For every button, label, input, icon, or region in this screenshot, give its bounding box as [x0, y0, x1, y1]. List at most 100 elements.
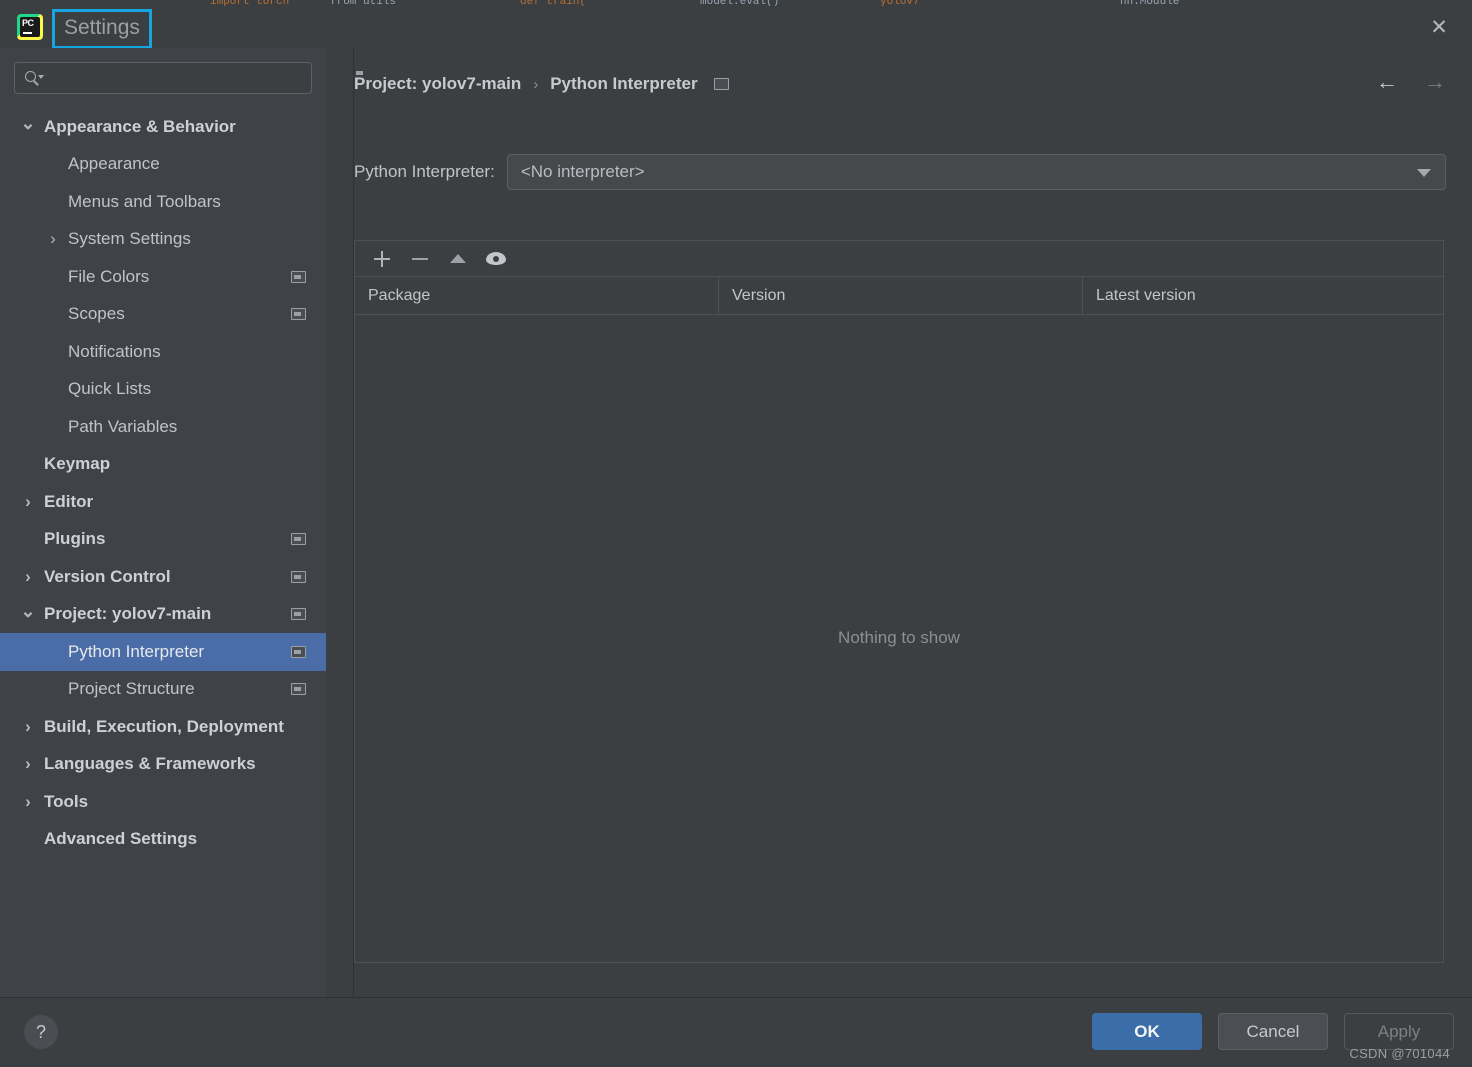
project-scope-badge-icon	[291, 645, 306, 658]
column-header-latest-version[interactable]: Latest version	[1083, 277, 1443, 314]
project-scope-badge-icon	[291, 308, 306, 321]
apply-button: Apply	[1344, 1013, 1454, 1050]
settings-content-pane: Project: yolov7-main › Python Interprete…	[354, 48, 1472, 997]
navigation-arrows: ← →	[1375, 69, 1447, 94]
sidebar-item-label: Editor	[44, 491, 94, 511]
sidebar-item-advanced-settings[interactable]: Advanced Settings	[0, 821, 326, 859]
sidebar-item-scopes[interactable]: Scopes	[0, 296, 326, 334]
show-early-releases-button[interactable]	[477, 244, 515, 274]
chevron-right-icon[interactable]: ›	[20, 567, 36, 586]
sidebar-item-label: Project: yolov7-main	[44, 604, 212, 624]
project-scope-badge-icon	[291, 533, 306, 546]
project-scope-badge-icon	[291, 570, 306, 583]
sidebar-item-file-colors[interactable]: File Colors	[0, 258, 326, 296]
dialog-title-label: Settings	[64, 16, 140, 39]
sidebar-item-label: Python Interpreter	[68, 641, 205, 661]
interpreter-label: Python Interpreter:	[354, 162, 495, 181]
ok-button-label: OK	[1134, 1021, 1160, 1041]
breadcrumb-project[interactable]: Project: yolov7-main	[354, 74, 521, 94]
sidebar-item-plugins[interactable]: Plugins	[0, 521, 326, 559]
dialog-titlebar: PC Settings ✕	[0, 6, 1472, 49]
close-icon[interactable]: ✕	[1424, 12, 1454, 42]
sidebar-item-version-control[interactable]: › Version Control	[0, 558, 326, 596]
sidebar-item-label: Project Structure	[68, 679, 195, 699]
interpreter-selected-value: <No interpreter>	[520, 162, 645, 181]
sidebar-item-languages-frameworks[interactable]: › Languages & Frameworks	[0, 746, 326, 784]
breadcrumb: Project: yolov7-main › Python Interprete…	[354, 68, 1472, 100]
watermark: CSDN @701044	[1349, 1046, 1450, 1061]
sidebar-item-python-interpreter[interactable]: Python Interpreter	[0, 633, 326, 671]
sidebar-item-label: Advanced Settings	[44, 829, 198, 849]
apply-button-label: Apply	[1377, 1021, 1421, 1041]
question-mark-icon[interactable]: ?	[24, 1015, 58, 1049]
search-wrapper	[0, 48, 326, 94]
breadcrumb-page: Python Interpreter	[550, 74, 698, 93]
upgrade-package-button[interactable]	[439, 244, 477, 274]
sidebar-item-build-execution-deployment[interactable]: › Build, Execution, Deployment	[0, 708, 326, 746]
dialog-body: ⌄ Appearance & Behavior Appearance Menus an…	[0, 48, 1472, 997]
interpreter-row: Python Interpreter: <No interpreter>	[354, 154, 1446, 190]
breadcrumb-separator: ›	[533, 75, 539, 93]
project-scope-badge-icon	[713, 78, 729, 90]
packages-panel: Package Version Latest version Nothing t…	[354, 240, 1444, 963]
minus-icon	[412, 257, 428, 260]
sidebar-item-label: File Colors	[68, 266, 150, 286]
packages-empty-state: Nothing to show	[355, 315, 1443, 960]
sidebar-item-label: Keymap	[44, 454, 111, 474]
settings-tree: ⌄ Appearance & Behavior Appearance Menus an…	[0, 108, 326, 858]
project-scope-badge-icon	[291, 608, 306, 621]
sidebar-item-keymap[interactable]: Keymap	[0, 446, 326, 484]
column-header-package[interactable]: Package	[355, 277, 719, 314]
cancel-button[interactable]: Cancel	[1218, 1013, 1328, 1050]
packages-toolbar	[355, 241, 1443, 277]
arrow-left-icon[interactable]: ←	[1375, 69, 1399, 94]
sidebar-item-label: Quick Lists	[68, 379, 152, 399]
arrow-right-icon[interactable]: →	[1423, 69, 1447, 94]
uninstall-package-button[interactable]	[401, 244, 439, 274]
sidebar-item-editor[interactable]: › Editor	[0, 483, 326, 521]
chevron-right-icon[interactable]: ›	[20, 792, 36, 811]
sidebar-item-tools[interactable]: › Tools	[0, 783, 326, 821]
sidebar-item-project-yolov7-main[interactable]: ⌄ Project: yolov7-main	[0, 596, 326, 634]
column-header-version[interactable]: Version	[719, 277, 1083, 314]
sidebar-item-label: Menus and Toolbars	[68, 191, 221, 211]
sidebar-item-appearance-behavior[interactable]: ⌄ Appearance & Behavior	[0, 108, 326, 146]
install-package-button[interactable]	[363, 244, 401, 274]
eye-icon	[486, 252, 506, 265]
dialog-title: Settings	[52, 9, 152, 49]
sidebar-item-appearance[interactable]: Appearance	[0, 146, 326, 184]
sidebar-item-label: Version Control	[44, 566, 171, 586]
empty-message: Nothing to show	[838, 627, 960, 647]
ok-button[interactable]: OK	[1092, 1013, 1202, 1050]
packages-table-header: Package Version Latest version	[355, 277, 1443, 315]
interpreter-select[interactable]: <No interpreter>	[506, 154, 1446, 190]
sidebar-item-project-structure[interactable]: Project Structure	[0, 671, 326, 709]
chevron-right-icon[interactable]: ›	[45, 229, 61, 248]
search-input[interactable]	[14, 62, 312, 94]
upgrade-arrow-icon	[450, 254, 466, 263]
plus-icon	[374, 250, 390, 267]
sidebar-item-system-settings[interactable]: › System Settings	[0, 221, 326, 259]
project-scope-badge-icon	[291, 270, 306, 283]
sidebar-item-label: Build, Execution, Deployment	[44, 716, 284, 736]
chevron-right-icon[interactable]: ›	[20, 754, 36, 773]
pycharm-logo-icon: PC	[17, 14, 43, 40]
sidebar-item-quick-lists[interactable]: Quick Lists	[0, 371, 326, 409]
search-icon	[25, 70, 44, 86]
sidebar-item-menus-and-toolbars[interactable]: Menus and Toolbars	[0, 183, 326, 221]
cancel-button-label: Cancel	[1246, 1021, 1300, 1041]
sidebar-item-label: Notifications	[68, 341, 161, 361]
sidebar-item-path-variables[interactable]: Path Variables	[0, 408, 326, 446]
sidebar-item-label: Plugins	[44, 529, 106, 549]
dialog-footer: ? OK Cancel Apply CSDN @701044	[0, 998, 1472, 1067]
chevron-down-icon[interactable]: ⌄	[20, 113, 36, 133]
project-scope-badge-icon	[291, 683, 306, 696]
sidebar-item-notifications[interactable]: Notifications	[0, 333, 326, 371]
sidebar-item-label: System Settings	[68, 229, 191, 249]
chevron-right-icon[interactable]: ›	[20, 492, 36, 511]
chevron-right-icon[interactable]: ›	[20, 717, 36, 736]
sidebar-item-label: Path Variables	[68, 416, 178, 436]
chevron-down-icon[interactable]: ⌄	[20, 601, 36, 621]
sidebar-item-label: Appearance & Behavior	[44, 116, 236, 136]
sidebar-item-label: Tools	[44, 791, 89, 811]
